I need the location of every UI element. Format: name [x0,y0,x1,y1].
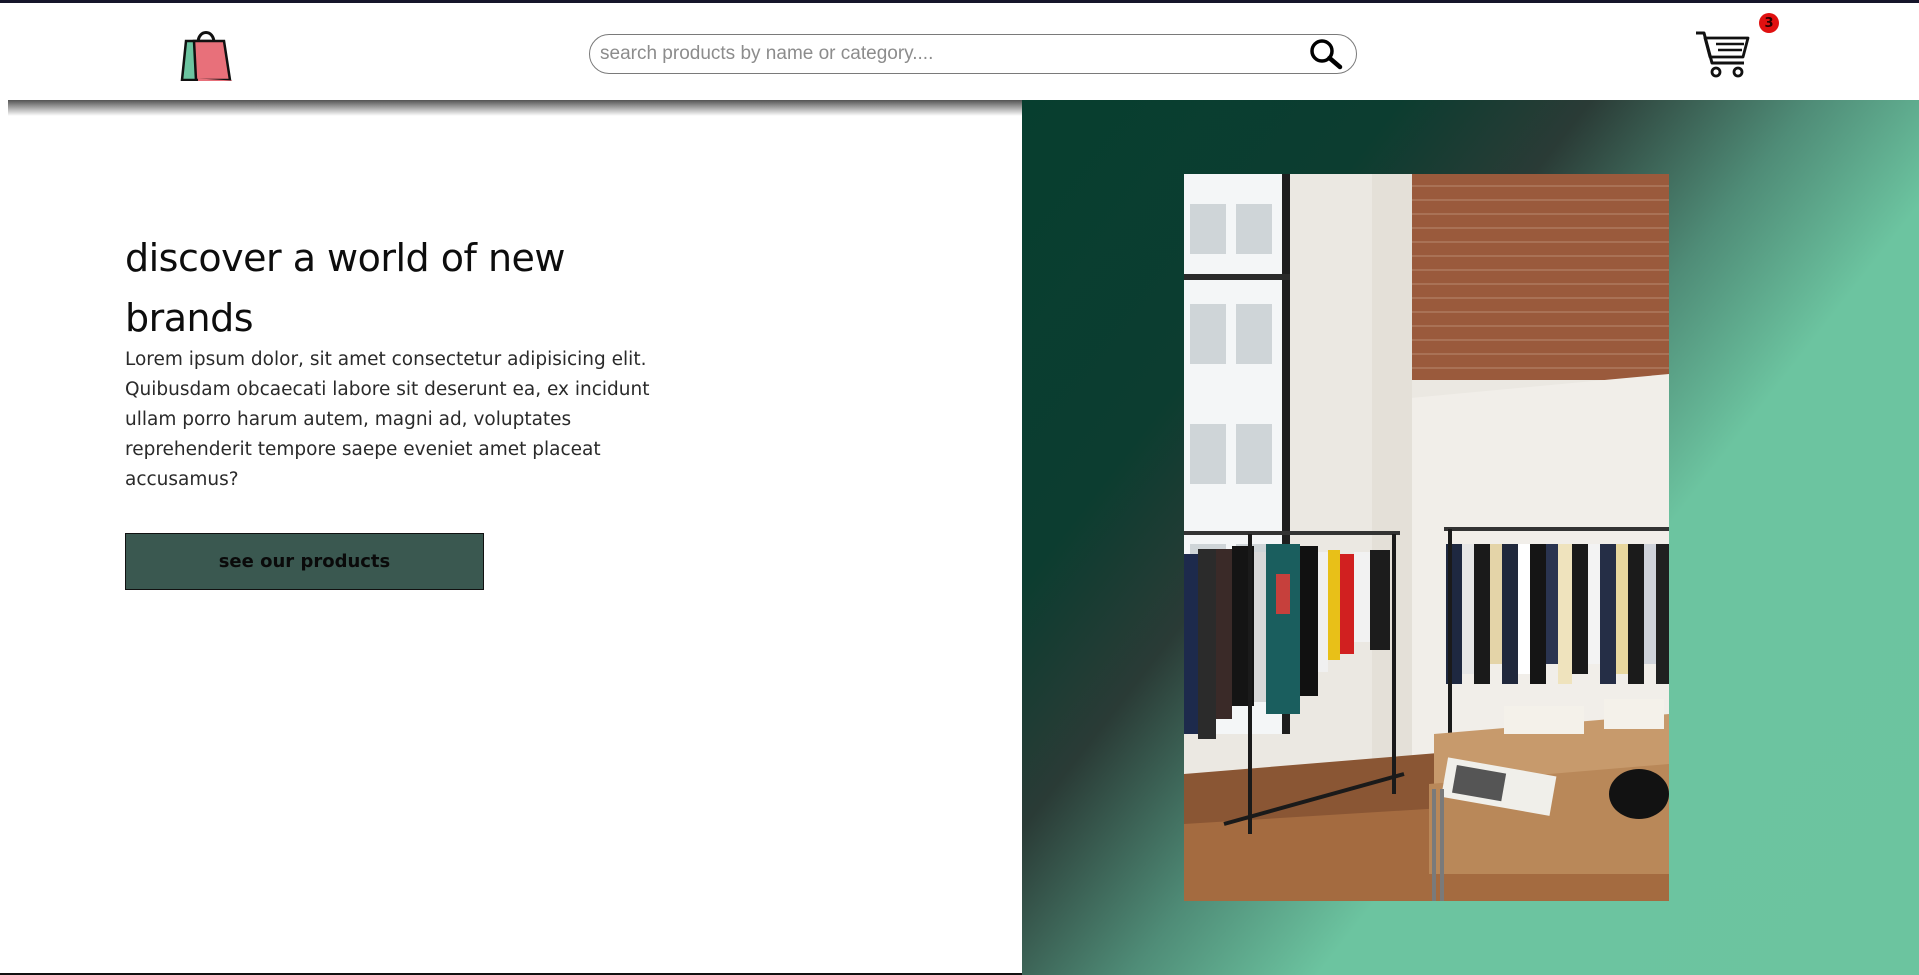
clothing-store-photo [1184,174,1669,901]
cart-icon [1696,31,1750,78]
hero-description: Lorem ipsum dolor, sit amet consectetur … [125,349,650,490]
cart-button[interactable] [1694,27,1752,81]
search-bar [589,34,1357,74]
search-icon [1310,39,1343,70]
site-header: 3 [0,3,1919,100]
hero-title: discover a world of new brands [125,236,566,340]
see-products-button[interactable]: see our products [125,533,484,590]
search-input[interactable] [600,39,1280,69]
header-shadow [8,98,1022,116]
shopping-bag-icon[interactable] [180,25,234,84]
cart-count-badge: 3 [1759,13,1779,33]
search-button[interactable] [1306,38,1346,70]
